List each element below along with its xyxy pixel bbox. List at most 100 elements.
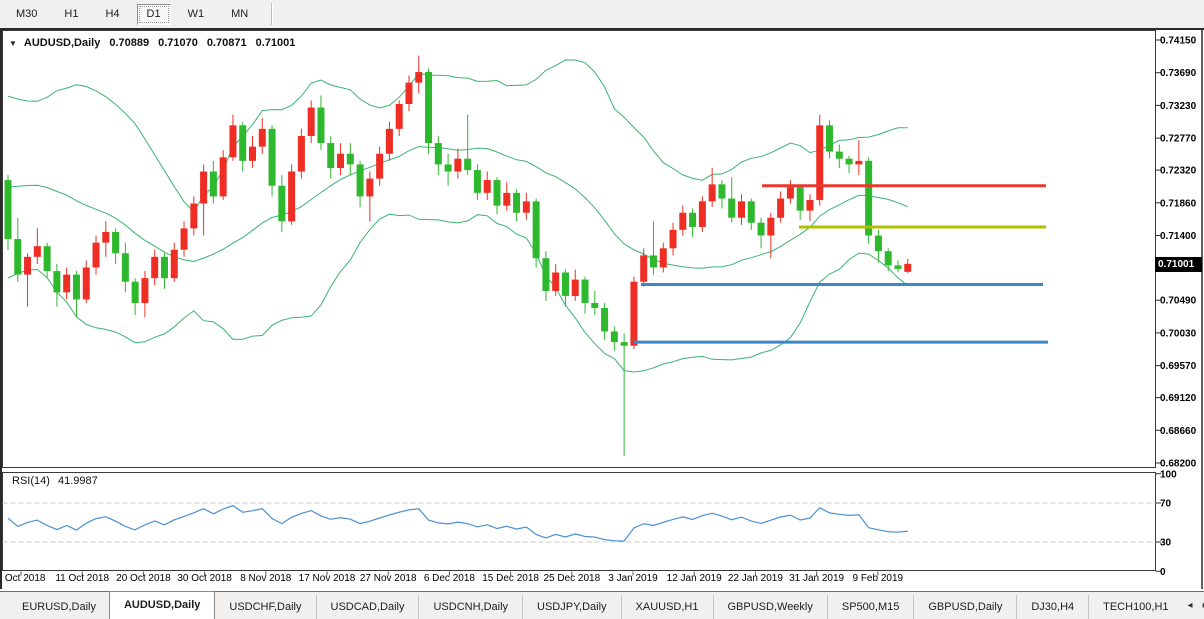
candle — [53, 271, 60, 292]
candle — [846, 159, 853, 165]
price-axis-label: 0.68660 — [1160, 426, 1197, 437]
candle — [709, 184, 716, 201]
candle — [396, 104, 403, 129]
tab-audusd-daily[interactable]: AUDUSD,Daily — [109, 591, 215, 619]
candle — [582, 280, 589, 303]
candle — [249, 147, 256, 161]
tab-scroll-controls: ◂ ▸ — [1183, 592, 1204, 619]
candle — [611, 331, 618, 342]
candle — [259, 129, 266, 147]
price-axis-label: 0.73230 — [1160, 101, 1197, 112]
date-axis-label: 2 Oct 2018 — [0, 573, 46, 584]
candle — [718, 184, 725, 198]
price-axis-label: 0.72770 — [1160, 134, 1197, 145]
tab-usdcad-daily[interactable]: USDCAD,Daily — [316, 595, 419, 619]
candle — [562, 272, 569, 295]
tab-sp500-m15[interactable]: SP500,M15 — [827, 595, 913, 619]
chart-tab-bar: EURUSD,Daily AUDUSD,Daily USDCHF,Daily U… — [0, 591, 1204, 619]
candle — [533, 201, 540, 258]
candle — [660, 248, 667, 267]
candle — [542, 258, 549, 291]
candle — [806, 200, 813, 211]
candle — [836, 152, 843, 159]
date-axis-label: 31 Jan 2019 — [789, 573, 844, 584]
tf-button-d1[interactable]: D1 — [137, 4, 171, 25]
ohlc-close: 0.71001 — [256, 37, 296, 49]
tf-button-m30[interactable]: M30 — [6, 4, 47, 25]
candle — [855, 161, 862, 165]
price-axis-label: 0.69120 — [1160, 393, 1197, 404]
price-axis-label: 0.73690 — [1160, 68, 1197, 79]
date-axis-label: 30 Oct 2018 — [177, 573, 232, 584]
rsi-axis-label: 70 — [1160, 499, 1172, 510]
tab-gbpusd-weekly[interactable]: GBPUSD,Weekly — [713, 595, 827, 619]
price-axis-label: 0.71400 — [1160, 231, 1197, 242]
chart-canvas[interactable]: 0.74150 0.73690 0.73230 0.72770 0.72320 0.718… — [0, 28, 1204, 591]
tab-usdchf-daily[interactable]: USDCHF,Daily — [214, 595, 315, 619]
tab-scroll-left-icon[interactable]: ◂ — [1183, 600, 1198, 611]
candle — [425, 72, 432, 143]
price-axis-label: 0.74150 — [1160, 36, 1197, 47]
tab-usdcnh-daily[interactable]: USDCNH,Daily — [418, 595, 522, 619]
candle — [454, 159, 461, 172]
collapse-indicator-icon[interactable]: ▼ — [9, 39, 17, 48]
tab-usdjpy-daily[interactable]: USDJPY,Daily — [522, 595, 621, 619]
rsi-name: RSI(14) — [12, 475, 50, 487]
candle — [699, 201, 706, 227]
date-axis-label: 15 Dec 2018 — [482, 573, 539, 584]
candle — [5, 180, 12, 239]
tab-tech100-h1[interactable]: TECH100,H1 — [1088, 595, 1182, 619]
candle — [171, 250, 178, 278]
price-axis-label: 0.72320 — [1160, 166, 1197, 177]
ohlc-low: 0.70871 — [207, 37, 247, 49]
candle — [229, 125, 236, 157]
candle — [494, 180, 501, 206]
candle — [670, 230, 677, 248]
ohlc-high: 0.71070 — [158, 37, 198, 49]
candle — [738, 201, 745, 217]
price-axis-label: 0.69570 — [1160, 361, 1197, 372]
candle — [376, 154, 383, 179]
candle — [816, 125, 823, 200]
date-axis-label: 12 Jan 2019 — [667, 573, 722, 584]
tf-button-h1[interactable]: H1 — [54, 4, 88, 25]
candle — [630, 282, 637, 346]
candle — [572, 280, 579, 296]
toolbar-separator — [271, 3, 273, 25]
chart-window: 0.74150 0.73690 0.73230 0.72770 0.72320 0.718… — [0, 28, 1204, 591]
price-axis-label: 0.71860 — [1160, 198, 1197, 209]
tf-button-h4[interactable]: H4 — [95, 4, 129, 25]
tab-xauusd-h1[interactable]: XAUUSD,H1 — [621, 595, 713, 619]
candle — [278, 186, 285, 222]
tf-button-mn[interactable]: MN — [221, 4, 258, 25]
candle — [112, 232, 119, 253]
candle — [63, 275, 70, 293]
candle — [308, 108, 315, 136]
date-axis-label: 20 Oct 2018 — [116, 573, 171, 584]
candle — [679, 213, 686, 230]
candle — [865, 161, 872, 236]
candle — [44, 246, 51, 271]
candle — [357, 164, 364, 196]
candle — [347, 154, 354, 165]
candle — [621, 342, 628, 346]
date-axis-label: 25 Dec 2018 — [543, 573, 600, 584]
tab-scroll-right-icon[interactable]: ▸ — [1198, 600, 1204, 611]
candle — [474, 170, 481, 193]
candle — [239, 125, 246, 161]
candle — [220, 157, 227, 196]
candle — [601, 308, 608, 331]
candle — [435, 143, 442, 164]
tab-eurusd-daily[interactable]: EURUSD,Daily — [8, 595, 110, 619]
candle — [503, 193, 510, 206]
candle — [484, 180, 491, 193]
tab-gbpusd-daily[interactable]: GBPUSD,Daily — [913, 595, 1016, 619]
date-axis-label: 17 Nov 2018 — [299, 573, 356, 584]
candle — [552, 272, 559, 290]
candle — [83, 267, 90, 299]
candle — [337, 154, 344, 168]
candle — [24, 257, 31, 275]
candle — [132, 282, 139, 303]
tab-dj30-h4[interactable]: DJ30,H4 — [1016, 595, 1088, 619]
tf-button-w1[interactable]: W1 — [178, 4, 215, 25]
